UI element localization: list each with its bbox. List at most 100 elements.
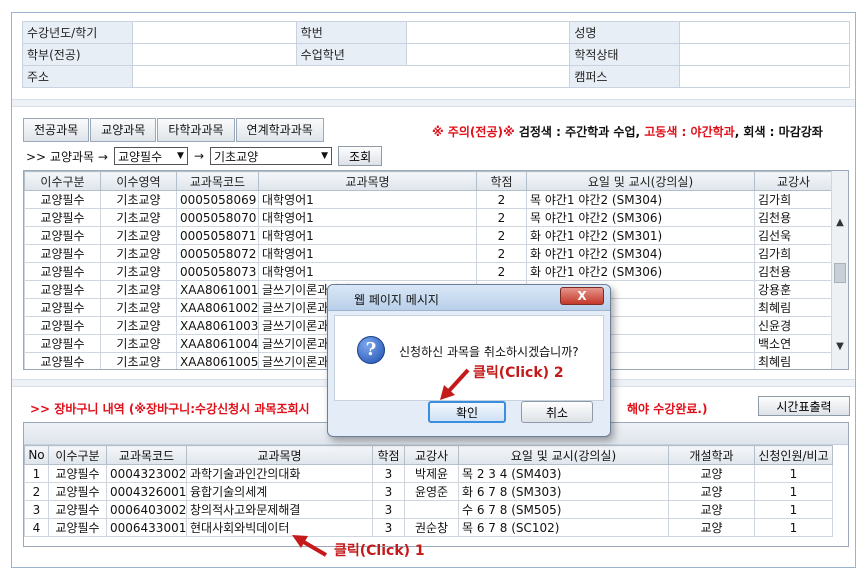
table-cell: 김가희 xyxy=(754,190,833,209)
confirm-cancel-button[interactable]: 취소 xyxy=(521,401,593,423)
table-cell: XAA8061005 xyxy=(176,352,259,369)
column-header: 교과목명 xyxy=(258,171,477,191)
course-filter-bar: >> 교양과목 → 교양필수 ▼ → 기초교양 ▼ 조회 xyxy=(26,146,383,166)
chevron-up-icon[interactable]: ▲ xyxy=(832,215,848,231)
table-cell: 교양필수 xyxy=(48,464,107,483)
table-row[interactable]: 2 교양필수 0004326001 융합기술의세계 3 윤영준 화 6 7 8 (SM303… xyxy=(24,482,833,501)
info-value xyxy=(679,65,850,88)
table-row[interactable]: 교양필수 기초교양 0005058070 대학영어1 2 목 야간1 야간2 (SM306… xyxy=(24,208,833,227)
dialog-title: 웹 페이지 메시지 xyxy=(354,293,439,307)
table-cell: 1 xyxy=(24,464,49,483)
table-row[interactable]: 4 교양필수 0006433001 현대사회와빅데이터 3 권순창 목 6 7 8 (SC1… xyxy=(24,518,833,537)
table-row[interactable]: 교양필수 기초교양 0005058069 대학영어1 2 목 야간1 야간2 (SM304… xyxy=(24,190,833,209)
course-list-scrollbar[interactable]: ▲ ▼ xyxy=(831,171,848,369)
table-cell: 교양필수 xyxy=(48,500,107,519)
tab-major-courses[interactable]: 전공과목 xyxy=(23,118,90,142)
search-button[interactable]: 조회 xyxy=(338,146,383,166)
info-value xyxy=(131,21,297,44)
column-header: 신청인원/비고 xyxy=(754,445,833,465)
chevron-down-icon: ▼ xyxy=(321,151,329,161)
category-select-value: 교양필수 xyxy=(117,149,163,164)
cart-title: >> 장바구니 내역 (※장바구니:수강신청시 과목조회시 xyxy=(30,402,310,416)
table-cell: 0006403002 xyxy=(106,500,187,519)
info-label: 캠퍼스 xyxy=(569,65,681,88)
table-cell: 기초교양 xyxy=(100,262,177,281)
column-header: 교과목코드 xyxy=(106,445,187,465)
area-select-value: 기초교양 xyxy=(214,149,259,164)
table-cell: 현대사회와빅데이터 xyxy=(186,518,373,537)
section-divider xyxy=(12,99,855,107)
tab-linked-dept-courses[interactable]: 연계학과과목 xyxy=(235,118,324,142)
table-cell: 김천용 xyxy=(754,208,833,227)
table-cell: 화 6 7 8 (SM303) xyxy=(458,482,669,501)
table-cell: 교양필수 xyxy=(24,208,101,227)
table-cell: 대학영어1 xyxy=(258,208,477,227)
table-cell: 최혜림 xyxy=(754,298,833,317)
table-cell: 기초교양 xyxy=(100,280,177,299)
dialog-titlebar[interactable]: 웹 페이지 메시지 X xyxy=(328,285,610,311)
notice-text: 검정색 : 주간학과 수업, xyxy=(514,125,645,139)
filter-label: >> 교양과목 → xyxy=(26,149,108,164)
table-row[interactable]: 교양필수 기초교양 0005058073 대학영어1 2 화 야간1 야간2 (SM306… xyxy=(24,262,833,281)
info-value xyxy=(131,65,571,88)
table-cell: XAA8061004 xyxy=(176,334,259,353)
chevron-down-icon[interactable]: ▼ xyxy=(832,339,848,355)
info-label: 학부(전공) xyxy=(22,43,133,66)
table-cell: 기초교양 xyxy=(100,226,177,245)
arrow-shaft xyxy=(445,368,470,395)
table-row[interactable]: 교양필수 기초교양 0005058071 대학영어1 2 화 야간1 야간2 (SM301… xyxy=(24,226,833,245)
table-cell: 교양필수 xyxy=(24,226,101,245)
table-row[interactable]: 교양필수 기초교양 0005058072 대학영어1 2 화 야간1 야간2 (SM304… xyxy=(24,244,833,263)
table-cell: 3 xyxy=(24,500,49,519)
cart-title-suffix: 해야 수강완료.) xyxy=(627,402,708,416)
table-row[interactable]: 3 교양필수 0006403002 창의적사고와문제해결 3 수 6 7 8 (SM505… xyxy=(24,500,833,519)
table-cell: 2 xyxy=(476,262,527,281)
table-cell: 기초교양 xyxy=(100,298,177,317)
table-row[interactable]: 1 교양필수 0004323002 과학기술과인간의대화 3 박제윤 목 2 3 4 (SM… xyxy=(24,464,833,483)
area-select[interactable]: 기초교양 ▼ xyxy=(210,147,333,165)
annotation-arrow-2 xyxy=(440,368,470,400)
close-button[interactable]: X xyxy=(560,287,604,305)
table-cell: 0004326001 xyxy=(106,482,187,501)
info-value xyxy=(131,43,297,66)
column-header: 교강사 xyxy=(404,445,459,465)
category-select[interactable]: 교양필수 ▼ xyxy=(113,147,188,165)
tab-general-courses[interactable]: 교양과목 xyxy=(90,118,157,142)
table-cell: 교양필수 xyxy=(24,244,101,263)
chevron-down-icon: ▼ xyxy=(177,151,184,161)
table-cell: 2 xyxy=(476,190,527,209)
notice-highlight: 고동색 : 야간학과 xyxy=(644,125,735,139)
confirm-dialog: 웹 페이지 메시지 X ? 신청하신 과목을 취소하시겠습니까? 확인 취소 xyxy=(327,284,611,437)
table-cell: 3 xyxy=(372,518,405,537)
table-cell: 교양필수 xyxy=(24,334,101,353)
question-icon: ? xyxy=(357,336,385,364)
table-cell: 김천용 xyxy=(754,262,833,281)
table-cell: 목 야간1 야간2 (SM306) xyxy=(526,208,755,227)
tab-other-dept-courses[interactable]: 타학과과목 xyxy=(157,118,235,142)
table-cell: 신윤경 xyxy=(754,316,833,335)
info-row: 주소 캠퍼스 xyxy=(22,65,850,88)
info-label: 학적상태 xyxy=(569,43,681,66)
table-cell: 0005058072 xyxy=(176,244,259,263)
annotation-click-2: 클릭(Click) 2 xyxy=(473,365,564,381)
info-row: 수강년도/학기 학번 성명 xyxy=(22,21,850,44)
info-label: 수강년도/학기 xyxy=(22,21,133,44)
table-cell: 0005058071 xyxy=(176,226,259,245)
info-row: 학부(전공) 수업학년 학적상태 xyxy=(22,43,850,66)
table-cell: 윤영준 xyxy=(404,482,459,501)
table-cell: 대학영어1 xyxy=(258,190,477,209)
table-cell: 교양필수 xyxy=(24,352,101,369)
table-cell: 대학영어1 xyxy=(258,262,477,281)
print-timetable-button[interactable]: 시간표출력 xyxy=(758,396,850,416)
info-value xyxy=(405,43,571,66)
arrow-shaft xyxy=(300,539,328,557)
scrollbar-thumb[interactable] xyxy=(834,263,846,283)
info-value xyxy=(405,21,571,44)
table-cell: 최혜림 xyxy=(754,352,833,369)
table-cell: XAA8061002 xyxy=(176,298,259,317)
table-cell: 목 2 3 4 (SM403) xyxy=(458,464,669,483)
table-cell: 화 야간1 야간2 (SM304) xyxy=(526,244,755,263)
info-label: 주소 xyxy=(22,65,133,88)
confirm-ok-button[interactable]: 확인 xyxy=(428,401,506,423)
course-category-tabs: 전공과목 교양과목 타학과과목 연계학과과목 xyxy=(23,118,325,142)
